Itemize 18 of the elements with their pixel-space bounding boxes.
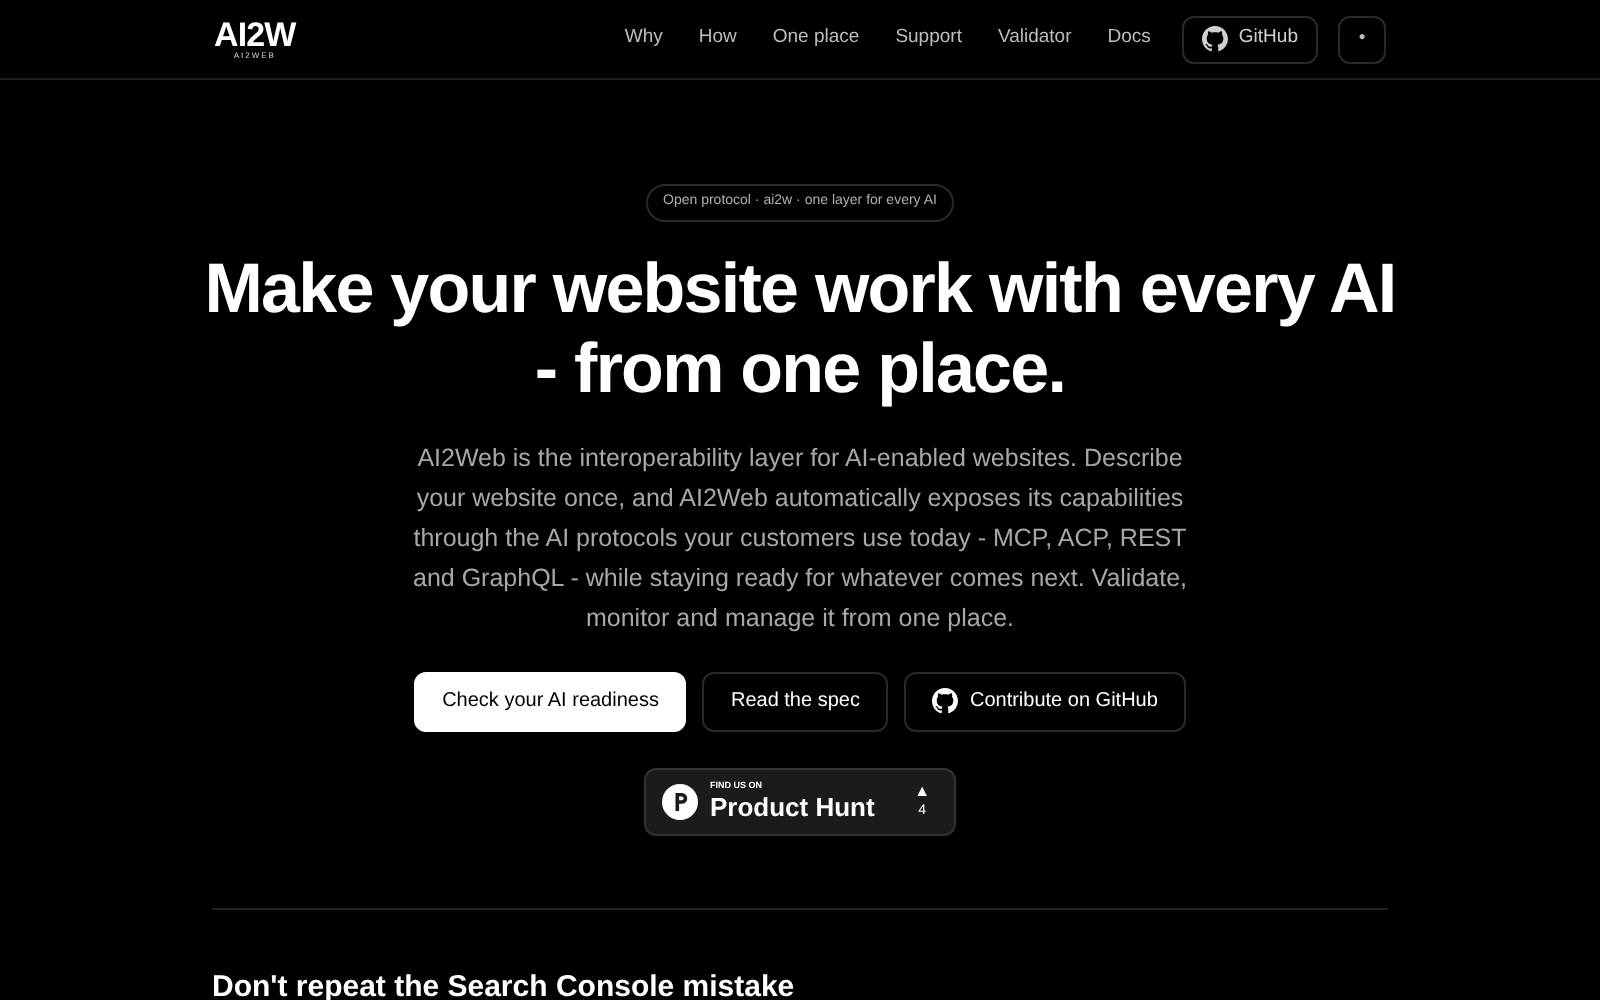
nav-link[interactable]: Support <box>895 24 962 54</box>
primary-button[interactable]: Check your AI readiness <box>414 671 687 731</box>
nav-link[interactable]: Why <box>624 24 663 54</box>
secondary-button[interactable]: Read the spec <box>702 671 888 731</box>
product-hunt-icon <box>662 783 698 819</box>
hero-description: AI2Web is the interoperability layer for AI-enabled websites. Describe your website once, and AI2Web automatically exposes its capabilities through the AI protocols your customers use today - MCP, ACP, REST and GraphQL - while staying ready for whatever comes next. Validate, monitor and manage it from one place. <box>411 441 1189 636</box>
nav-link[interactable]: Validator <box>997 24 1072 54</box>
product-hunt-name: Product Hunt <box>710 793 875 820</box>
github-icon <box>1202 26 1229 52</box>
logo[interactable]: AI2W <box>214 18 296 52</box>
hero-title: Make your website work with every AI - from one place. <box>202 249 1398 409</box>
upvote-arrow: ▲ <box>914 784 930 800</box>
github-button[interactable]: GitHub <box>1182 15 1318 63</box>
nav-link[interactable]: Docs <box>1107 24 1151 54</box>
github-button[interactable]: Contribute on GitHub <box>903 671 1186 731</box>
nav-link[interactable]: One place <box>772 24 860 54</box>
github-icon <box>931 688 958 714</box>
nav-link[interactable]: How <box>698 24 737 54</box>
